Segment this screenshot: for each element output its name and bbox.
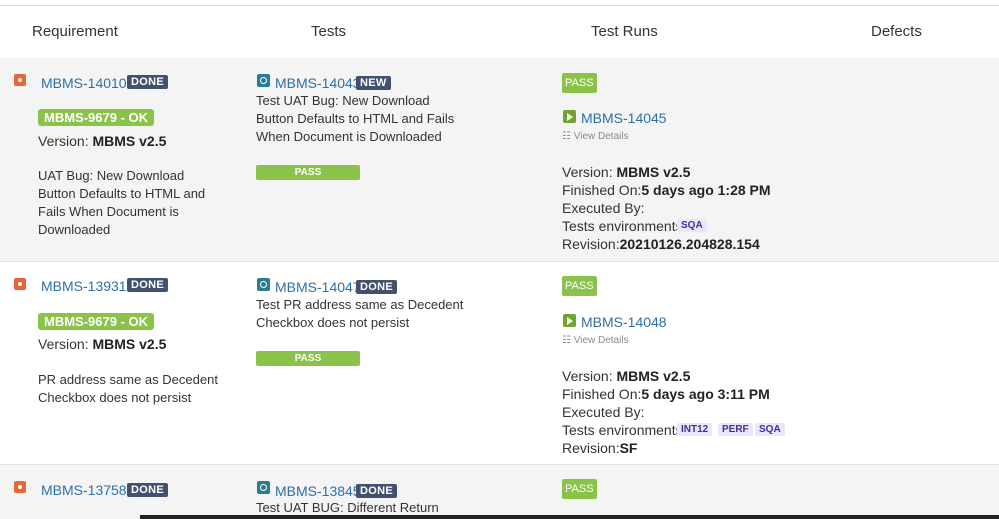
run-version-value: MBMS v2.5 — [616, 164, 691, 180]
requirement-summary: UAT Bug: New Download Button Defaults to… — [38, 167, 238, 239]
summary-line: When Document is Downloaded — [256, 129, 442, 144]
status-badge: DONE — [127, 278, 168, 292]
summary-line: Button Defaults to HTML and Fails — [256, 111, 455, 126]
summary-line: Checkbox does not persist — [256, 315, 410, 330]
run-status-badge: PASS — [562, 276, 597, 296]
summary-line: Test UAT Bug: New Download — [256, 93, 430, 108]
version-value: MBMS v2.5 — [92, 133, 167, 149]
revision-value: 20210126.204828.154 — [619, 236, 760, 252]
requirement-icon — [14, 481, 26, 493]
run-version: Version: MBMS v2.5 — [562, 163, 690, 181]
run-version-value: MBMS v2.5 — [616, 368, 691, 384]
summary-line: Checkbox does not persist — [38, 390, 192, 405]
table-row: MBMS-14010 DONE MBMS-9679 - OK Version: … — [0, 58, 999, 261]
column-header-test-runs[interactable]: Test Runs — [591, 23, 658, 40]
test-summary: Test PR address same as Decedent Checkbo… — [256, 296, 496, 332]
column-header-defects[interactable]: Defects — [871, 23, 922, 40]
view-details-link[interactable]: ☷ View Details — [562, 131, 629, 142]
finished-value: 5 days ago 3:11 PM — [641, 386, 770, 402]
test-summary: Test UAT Bug: New Download Button Defaul… — [256, 92, 496, 146]
summary-line: UAT Bug: New Download — [38, 168, 185, 183]
details-icon: ☷ — [562, 335, 574, 346]
executed-by: Executed By: — [562, 403, 645, 421]
test-run-link[interactable]: MBMS-14048 — [581, 314, 667, 330]
bottom-scroll-edge — [140, 515, 999, 519]
run-version-label: Version: — [562, 164, 613, 180]
column-header-requirement[interactable]: Requirement — [32, 23, 118, 40]
test-link[interactable]: MBMS-14043 — [275, 75, 361, 91]
view-details-label: View Details — [573, 131, 629, 142]
run-status-badge: PASS — [562, 73, 597, 93]
test-link[interactable]: MBMS-14047 — [275, 279, 361, 295]
test-status-badge: DONE — [356, 484, 397, 498]
run-status-badge: PASS — [562, 479, 597, 499]
requirement-link[interactable]: MBMS-13758 — [41, 482, 127, 498]
env-tag[interactable]: SQA — [677, 219, 707, 232]
requirement-summary: PR address same as Decedent Checkbox doe… — [38, 371, 238, 407]
test-result-bar: PASS — [256, 165, 360, 180]
revision-label: Revision: — [562, 440, 620, 456]
requirement-icon — [14, 278, 26, 290]
requirement-link[interactable]: MBMS-13931 — [41, 278, 127, 294]
finished-on: Finished On:5 days ago 1:28 PM — [562, 181, 771, 199]
executed-label: Executed By: — [562, 404, 645, 420]
table-row: MBMS-13758 DONE MBMS-13845 DONE Test UAT… — [0, 465, 999, 519]
test-status-badge: DONE — [356, 280, 397, 294]
revision-label: Revision: — [562, 236, 620, 252]
test-run-link[interactable]: MBMS-14045 — [581, 110, 667, 126]
summary-line: Test PR address same as Decedent — [256, 297, 464, 312]
version-line: Version: MBMS v2.5 — [38, 132, 166, 150]
tests-environments: Tests environments: — [562, 217, 687, 235]
table-row: MBMS-13931 DONE MBMS-9679 - OK Version: … — [0, 262, 999, 464]
env-tag[interactable]: PERF — [718, 423, 753, 436]
finished-value: 5 days ago 1:28 PM — [641, 182, 771, 198]
version-value: MBMS v2.5 — [92, 336, 167, 352]
env-tag[interactable]: INT12 — [677, 423, 713, 436]
revision: Revision:20210126.204828.154 — [562, 235, 760, 253]
executed-by: Executed By: — [562, 199, 645, 217]
revision-value: SF — [619, 440, 638, 456]
coverage-status-pill[interactable]: MBMS-9679 - OK — [38, 313, 155, 330]
version-line: Version: MBMS v2.5 — [38, 335, 166, 353]
test-link[interactable]: MBMS-13845 — [275, 483, 361, 499]
env-tag[interactable]: SQA — [755, 423, 785, 436]
version-label: Version: — [38, 133, 89, 149]
finished-on: Finished On:5 days ago 3:11 PM — [562, 385, 770, 403]
version-label: Version: — [38, 336, 89, 352]
summary-line: PR address same as Decedent — [38, 372, 218, 387]
test-status-badge: NEW — [356, 76, 391, 90]
test-run-icon — [563, 110, 576, 123]
view-details-label: View Details — [573, 335, 629, 346]
column-header-tests[interactable]: Tests — [311, 23, 346, 40]
finished-label: Finished On: — [562, 182, 642, 198]
summary-line: Button Defaults to HTML and — [38, 186, 206, 201]
tests-environments: Tests environments: — [562, 421, 687, 439]
test-icon — [257, 278, 270, 291]
summary-line: Downloaded — [38, 222, 111, 237]
details-icon: ☷ — [562, 131, 574, 142]
test-icon — [257, 481, 270, 494]
view-details-link[interactable]: ☷ View Details — [562, 335, 629, 346]
coverage-status-pill[interactable]: MBMS-9679 - OK — [38, 109, 155, 126]
summary-line: Fails When Document is — [38, 204, 179, 219]
env-label: Tests environments: — [562, 218, 687, 234]
run-version: Version: MBMS v2.5 — [562, 367, 690, 385]
revision: Revision:SF — [562, 439, 637, 457]
executed-label: Executed By: — [562, 200, 645, 216]
env-label: Tests environments: — [562, 422, 687, 438]
finished-label: Finished On: — [562, 386, 642, 402]
run-version-label: Version: — [562, 368, 613, 384]
status-badge: DONE — [127, 75, 168, 89]
requirement-link[interactable]: MBMS-14010 — [41, 75, 127, 91]
table-header: Requirement Tests Test Runs Defects — [0, 6, 999, 58]
status-badge: DONE — [127, 483, 168, 497]
test-result-bar: PASS — [256, 351, 360, 366]
test-run-icon — [563, 314, 576, 327]
requirement-icon — [14, 74, 26, 86]
test-icon — [257, 74, 270, 87]
